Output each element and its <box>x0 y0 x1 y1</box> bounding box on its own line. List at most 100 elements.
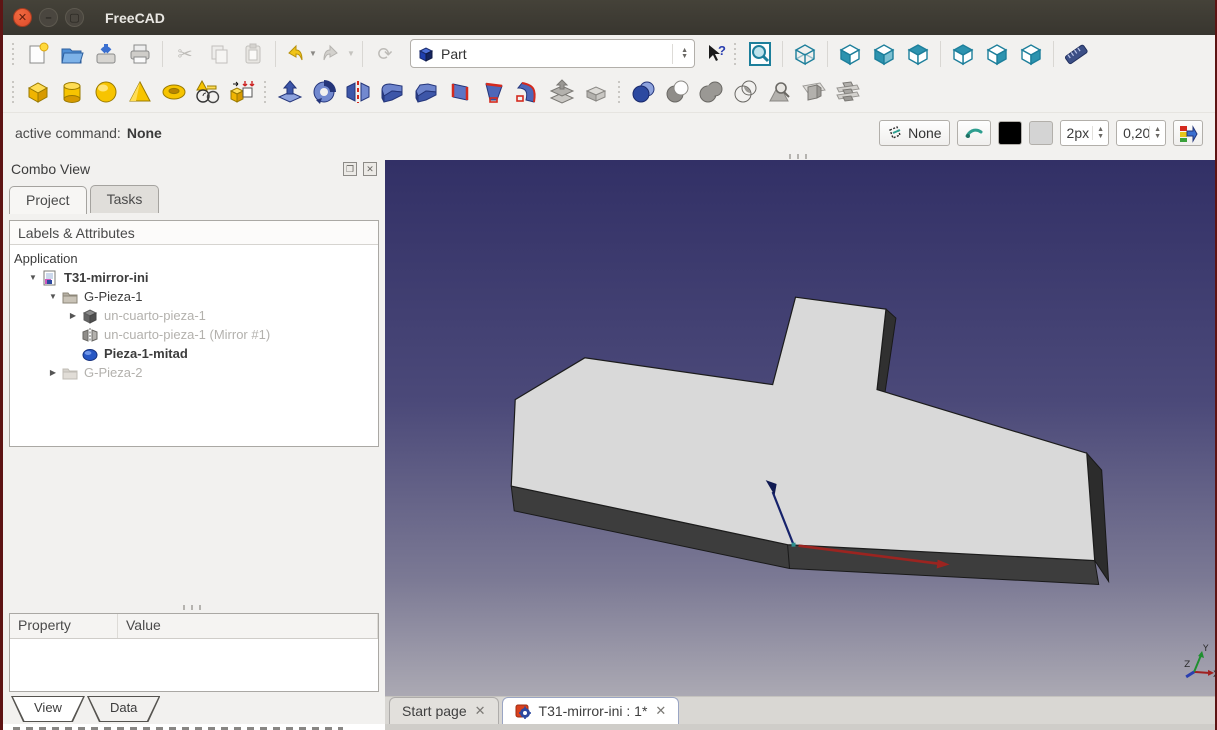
part-fillet-button[interactable] <box>375 77 409 108</box>
measure-distance-button[interactable] <box>1059 38 1093 69</box>
save-document-button[interactable] <box>89 38 123 69</box>
scale-spin-arrows[interactable]: ▲▼ <box>1149 126 1165 140</box>
close-tab-icon[interactable]: ✕ <box>655 703 666 719</box>
top-view-button[interactable] <box>867 38 901 69</box>
expander-closed-icon[interactable]: ▶ <box>68 311 78 320</box>
part-mirror-button[interactable] <box>341 77 375 108</box>
tab-view[interactable]: View <box>11 696 85 722</box>
part-primitives-button[interactable] <box>191 77 225 108</box>
part-sphere-button[interactable] <box>89 77 123 108</box>
toolbar-handle[interactable] <box>10 81 18 103</box>
part-cylinder-button[interactable] <box>55 77 89 108</box>
workbench-spin-arrows[interactable]: ▲▼ <box>672 44 688 64</box>
tree-item-half[interactable]: Pieza-1-mitad <box>14 344 378 363</box>
expander-open-icon[interactable]: ▼ <box>28 273 38 282</box>
left-view-button[interactable] <box>1014 38 1048 69</box>
fillet-icon <box>378 78 406 106</box>
part-shape-builder-button[interactable] <box>225 77 259 108</box>
apply-style-button[interactable] <box>1173 120 1203 146</box>
part-thickness-button[interactable] <box>579 77 613 108</box>
close-button[interactable]: ✕ <box>13 8 32 27</box>
undo-dropdown[interactable]: ▼ <box>307 49 319 58</box>
tab-document[interactable]: T31-mirror-ini : 1* ✕ <box>502 697 680 724</box>
panel-splitter[interactable] <box>183 605 205 610</box>
part-cross-sections-button[interactable] <box>831 77 865 108</box>
scale-spinbox[interactable]: 0,20 ▲▼ <box>1116 120 1166 146</box>
tree-item-group1[interactable]: ▼ G-Pieza-1 <box>14 287 378 306</box>
bottom-view-button[interactable] <box>980 38 1014 69</box>
tree-item-mirror[interactable]: un-cuarto-pieza-1 (Mirror #1) <box>14 325 378 344</box>
fit-all-button[interactable] <box>743 38 777 69</box>
part-ruled-surface-button[interactable] <box>443 77 477 108</box>
open-document-button[interactable] <box>55 38 89 69</box>
tab-project[interactable]: Project <box>9 186 87 214</box>
axonometric-view-button[interactable] <box>788 38 822 69</box>
line-width-spin-arrows[interactable]: ▲▼ <box>1092 126 1108 140</box>
thickness-icon <box>582 78 610 106</box>
part-check-geometry-button[interactable] <box>763 77 797 108</box>
tree-item-document[interactable]: ▼ T31-mirror-ini <box>14 268 378 287</box>
tab-data[interactable]: Data <box>87 696 160 722</box>
ruled-surface-icon <box>446 78 474 106</box>
right-view-button[interactable] <box>901 38 935 69</box>
rear-view-button[interactable] <box>946 38 980 69</box>
toolbar-handle[interactable] <box>732 43 740 65</box>
separator <box>162 41 163 67</box>
tree-header[interactable]: Labels & Attributes <box>10 221 378 245</box>
tab-start-page[interactable]: Start page ✕ <box>389 697 499 724</box>
toolbar-handle[interactable] <box>616 81 624 103</box>
maximize-button[interactable]: ▢ <box>65 8 84 27</box>
part-cross-section-button[interactable] <box>797 77 831 108</box>
tab-tasks[interactable]: Tasks <box>90 185 160 213</box>
toolbar-handle[interactable] <box>262 81 270 103</box>
construction-mode-button[interactable] <box>957 120 991 146</box>
line-width-spinbox[interactable]: 2px ▲▼ <box>1060 120 1110 146</box>
part-box-button[interactable] <box>21 77 55 108</box>
separator <box>1053 41 1054 67</box>
redo-button[interactable] <box>319 38 345 69</box>
expander-open-icon[interactable]: ▼ <box>48 292 58 301</box>
working-plane-button[interactable]: None <box>879 120 949 146</box>
new-document-button[interactable] <box>21 38 55 69</box>
part-offset-button[interactable] <box>545 77 579 108</box>
close-panel-button[interactable]: ✕ <box>363 162 377 176</box>
paste-button[interactable] <box>236 38 270 69</box>
part-sweep-button[interactable] <box>511 77 545 108</box>
refresh-button[interactable]: ⟳ <box>368 38 402 69</box>
part-union-button[interactable] <box>695 77 729 108</box>
part-extrude-button[interactable] <box>273 77 307 108</box>
3d-viewport[interactable]: Z Y X <box>385 160 1215 696</box>
part-chamfer-button[interactable] <box>409 77 443 108</box>
tree-root[interactable]: Application <box>14 249 378 268</box>
close-tab-icon[interactable]: ✕ <box>475 703 486 719</box>
front-view-button[interactable] <box>833 38 867 69</box>
part-boolean-button[interactable] <box>627 77 661 108</box>
tree-item-label: Pieza-1-mitad <box>104 346 188 361</box>
part-revolve-button[interactable] <box>307 77 341 108</box>
tree-item-quarter[interactable]: ▶ un-cuarto-pieza-1 <box>14 306 378 325</box>
top-view-icon <box>871 41 897 67</box>
tree-item-group2[interactable]: ▶ G-Pieza-2 <box>14 363 378 382</box>
minimize-button[interactable]: – <box>39 8 58 27</box>
line-color-swatch[interactable] <box>998 121 1022 145</box>
redo-dropdown[interactable]: ▼ <box>345 49 357 58</box>
expander-closed-icon[interactable]: ▶ <box>48 368 58 377</box>
undo-button[interactable] <box>281 38 307 69</box>
part-loft-button[interactable] <box>477 77 511 108</box>
print-button[interactable] <box>123 38 157 69</box>
viewport-splitter[interactable] <box>789 154 811 159</box>
face-color-swatch[interactable] <box>1029 121 1053 145</box>
whats-this-button[interactable]: ? <box>703 38 729 69</box>
part-cut-button[interactable] <box>661 77 695 108</box>
copy-button[interactable] <box>202 38 236 69</box>
workbench-selector[interactable]: Part ▲▼ <box>410 39 695 68</box>
column-header-property[interactable]: Property <box>10 614 118 638</box>
cut-button[interactable]: ✂ <box>168 38 202 69</box>
part-intersection-button[interactable] <box>729 77 763 108</box>
toolbar-handle[interactable] <box>10 43 18 65</box>
column-header-value[interactable]: Value <box>118 614 378 638</box>
boolean-icon <box>630 78 658 106</box>
float-panel-button[interactable]: ❐ <box>343 162 357 176</box>
part-torus-button[interactable] <box>157 77 191 108</box>
part-cone-button[interactable] <box>123 77 157 108</box>
